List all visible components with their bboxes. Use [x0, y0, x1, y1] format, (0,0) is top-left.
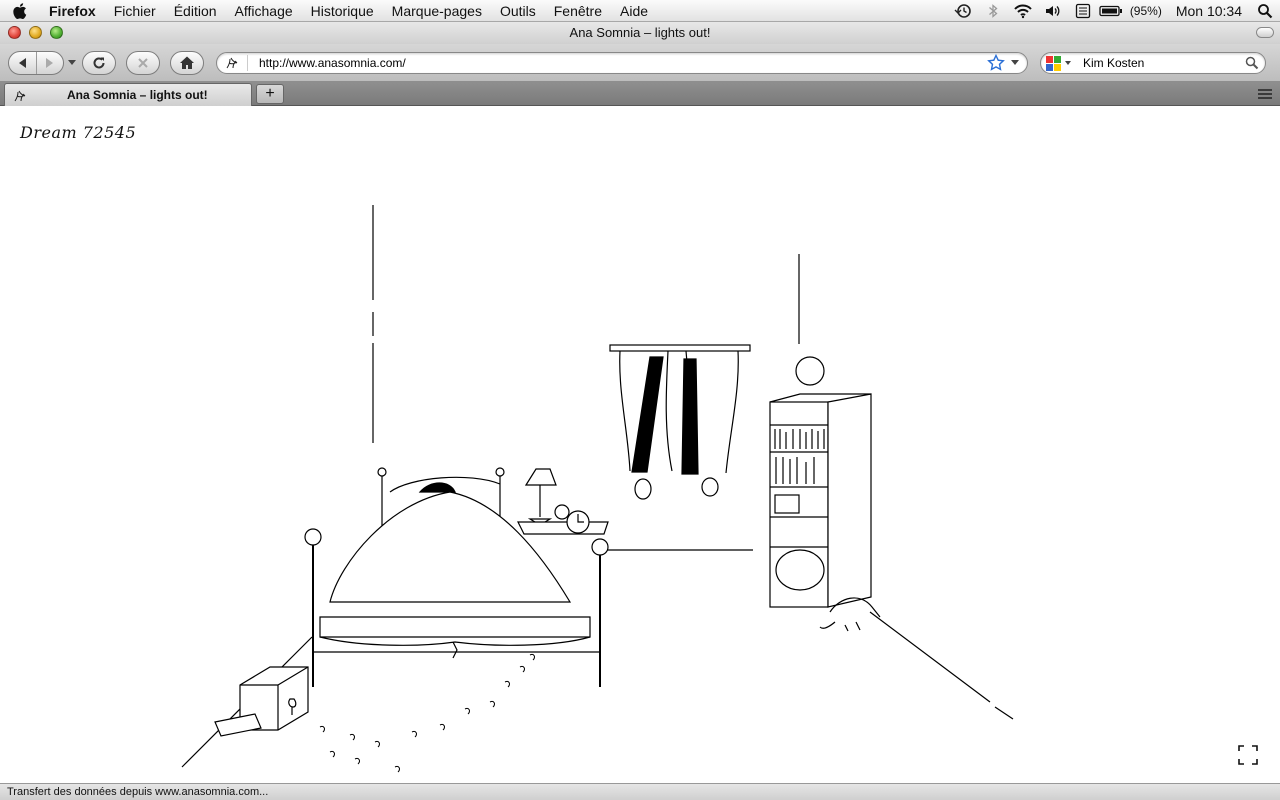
- menu-fenetre[interactable]: Fenêtre: [545, 0, 611, 22]
- time-machine-icon[interactable]: [948, 0, 978, 22]
- tab-ana-somnia[interactable]: Ana Somnia – lights out!: [4, 83, 252, 106]
- window-titlebar: Ana Somnia – lights out!: [0, 22, 1280, 44]
- url-bar[interactable]: [216, 52, 1028, 74]
- battery-icon[interactable]: [1098, 0, 1124, 22]
- menu-outils[interactable]: Outils: [491, 0, 545, 22]
- menubar-clock[interactable]: Mon 10:34: [1168, 3, 1250, 19]
- page-content: Dream 72545: [0, 107, 1280, 783]
- battery-percent: (95%): [1129, 4, 1162, 18]
- menu-historique[interactable]: Historique: [302, 0, 383, 22]
- keyboard-input-icon[interactable]: [1068, 0, 1098, 22]
- home-icon: [180, 56, 194, 69]
- back-arrow-icon: [19, 58, 27, 68]
- nightstand: [517, 468, 609, 535]
- search-icon[interactable]: [1245, 56, 1259, 70]
- status-bar: Transfert des données depuis www.anasomn…: [0, 783, 1280, 800]
- fullscreen-icon[interactable]: [1237, 744, 1259, 766]
- menu-fichier[interactable]: Fichier: [105, 0, 165, 22]
- reload-button[interactable]: [82, 51, 116, 75]
- reload-icon: [93, 57, 105, 69]
- search-bar[interactable]: [1040, 52, 1266, 74]
- bluetooth-icon[interactable]: [978, 0, 1008, 22]
- menu-edition[interactable]: Édition: [165, 0, 226, 22]
- window-title: Ana Somnia – lights out!: [569, 25, 711, 40]
- box-and-flashlight: [214, 666, 309, 737]
- navigation-toolbar: [0, 44, 1280, 82]
- menu-aide[interactable]: Aide: [611, 0, 657, 22]
- tab-list-menu-icon[interactable]: [1254, 85, 1276, 103]
- search-engine-icon[interactable]: [1045, 55, 1075, 71]
- url-history-dropdown-icon[interactable]: [1011, 60, 1019, 66]
- url-input[interactable]: [259, 56, 979, 70]
- spotlight-search-icon[interactable]: [1250, 0, 1280, 22]
- home-button[interactable]: [170, 51, 204, 75]
- history-dropdown-icon[interactable]: [68, 60, 76, 66]
- menu-marque-pages[interactable]: Marque-pages: [383, 0, 491, 22]
- menu-affichage[interactable]: Affichage: [226, 0, 302, 22]
- stop-icon: [138, 58, 148, 68]
- forward-button[interactable]: [35, 52, 63, 74]
- search-input[interactable]: [1083, 56, 1233, 70]
- volume-icon[interactable]: [1038, 0, 1068, 22]
- new-tab-button[interactable]: +: [256, 84, 284, 104]
- bookshelf: [769, 356, 872, 608]
- back-forward-group: [8, 51, 64, 75]
- tab-title: Ana Somnia – lights out!: [67, 88, 208, 102]
- window-curtains: [609, 344, 751, 500]
- forward-arrow-icon: [45, 58, 53, 68]
- right-floor-line: [869, 611, 1014, 720]
- apple-menu-icon[interactable]: [0, 2, 40, 19]
- footprints: [319, 654, 535, 773]
- menu-bar: Firefox Fichier Édition Affichage Histor…: [0, 0, 1280, 22]
- wifi-icon[interactable]: [1008, 0, 1038, 22]
- status-text: Transfert des données depuis www.anasomn…: [7, 786, 269, 798]
- back-button[interactable]: [9, 52, 36, 74]
- close-window-button[interactable]: [8, 26, 21, 39]
- minimize-window-button[interactable]: [29, 26, 42, 39]
- bed: [304, 467, 609, 687]
- toolbar-toggle-button[interactable]: [1256, 27, 1274, 38]
- tab-strip: Ana Somnia – lights out! +: [0, 82, 1280, 106]
- zoom-window-button[interactable]: [50, 26, 63, 39]
- site-favicon-icon: [14, 90, 26, 102]
- menu-firefox[interactable]: Firefox: [40, 0, 105, 22]
- bookmark-star-icon[interactable]: [987, 54, 1005, 72]
- site-identity-icon[interactable]: [224, 55, 248, 71]
- stop-button[interactable]: [126, 51, 160, 75]
- bedroom-illustration[interactable]: [0, 107, 1280, 783]
